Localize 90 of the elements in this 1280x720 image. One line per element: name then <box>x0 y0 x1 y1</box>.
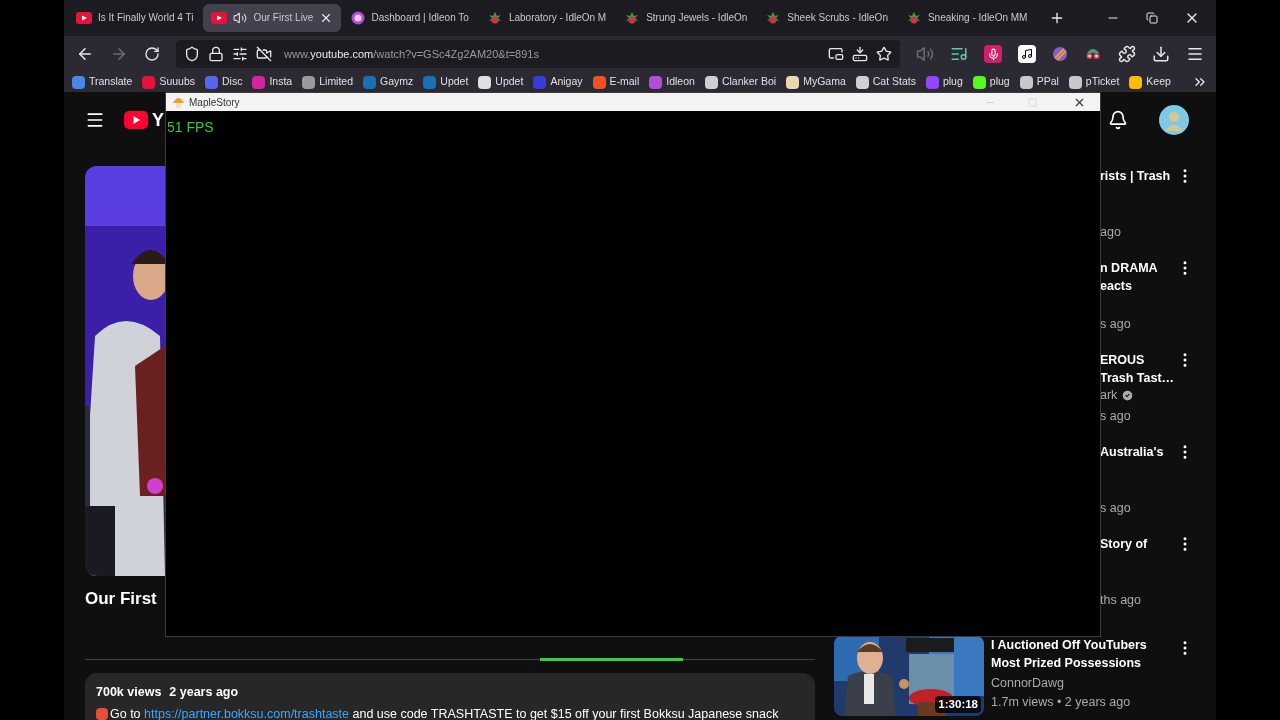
channel-name[interactable]: ConnorDawg <box>991 674 1169 693</box>
video-age: s ago <box>1100 501 1131 515</box>
lock-icon[interactable] <box>208 46 224 62</box>
bookmark[interactable]: plug <box>972 74 1010 90</box>
bookmark[interactable]: pTicket <box>1068 74 1120 90</box>
description-text: Go to https://partner.bokksu.com/trashtaste and use code TRASHTASTE to get $15 off your first Bokksu Japanese snack <box>110 705 779 720</box>
video-age: s ago <box>1100 317 1131 331</box>
video-meta: 1.7m views • 2 years ago <box>991 693 1132 711</box>
circle-logo-icon <box>351 11 366 25</box>
browser-tab[interactable]: Sheek Scrubs - IdleOn <box>757 4 896 32</box>
star-icon[interactable] <box>876 46 892 62</box>
bookmark[interactable]: Cat Stats <box>855 74 916 90</box>
menu-icon[interactable] <box>85 110 105 130</box>
video-title[interactable]: Australia's <box>1100 445 1164 459</box>
striped-circle-icon[interactable] <box>1052 46 1068 62</box>
microphone-icon[interactable] <box>984 45 1002 63</box>
channel-name[interactable]: ark <box>1100 386 1118 405</box>
video-title[interactable]: rists | Trash <box>1100 169 1171 183</box>
permissions-icon[interactable] <box>232 46 248 62</box>
upload-age: 2 years ago <box>169 684 239 701</box>
picture-in-picture-icon[interactable] <box>828 46 844 62</box>
camera-off-icon[interactable] <box>256 46 272 62</box>
view-count: 700k views <box>96 684 162 701</box>
browser-tab[interactable]: Our First Live <box>203 4 342 32</box>
video-title[interactable]: EROUS <box>1100 353 1145 367</box>
glasses-icon[interactable] <box>1084 46 1102 62</box>
bookmark[interactable]: Keep <box>1129 74 1171 90</box>
browser-tab[interactable]: Strung Jewels - IdleOn <box>616 4 756 32</box>
speaker-icon[interactable] <box>233 11 248 25</box>
bookmark[interactable]: Idleon <box>649 74 695 90</box>
tab-title: Strung Jewels - IdleOn <box>646 11 748 25</box>
browser-tab[interactable]: Laboratory - IdleOn M <box>478 4 615 32</box>
extensions-icon[interactable] <box>1118 45 1136 63</box>
tab-title: Laboratory - IdleOn M <box>508 11 607 25</box>
music-list-icon[interactable] <box>950 45 968 63</box>
bookmark[interactable]: Disc <box>205 74 243 90</box>
video-title[interactable]: Trash Tast… <box>1100 371 1175 385</box>
play-logo-icon <box>124 111 148 129</box>
bookmark[interactable]: Updet <box>478 74 524 90</box>
bookmark[interactable]: PPal <box>1019 74 1059 90</box>
speaker-icon[interactable] <box>916 45 934 63</box>
browser-tab[interactable]: Dashboard | Idleon To <box>343 4 477 32</box>
tab-title: Sneaking - IdleOn MM <box>927 11 1028 25</box>
bookmark[interactable]: Insta <box>252 74 293 90</box>
video-title[interactable]: n DRAMA <box>1100 261 1158 275</box>
plant-icon <box>624 10 641 26</box>
video-title[interactable]: Story of <box>1100 537 1148 551</box>
browser-tab[interactable]: Sneaking - IdleOn MM <box>897 4 1036 32</box>
play-logo-icon <box>211 12 228 24</box>
mushroom-icon <box>172 96 185 108</box>
video-title[interactable]: eacts <box>1100 279 1132 293</box>
video-title: Our First <box>85 588 157 610</box>
bookmark[interactable]: Suuubs <box>142 74 195 90</box>
bookmark[interactable]: Anigay <box>533 74 583 90</box>
bookmark[interactable]: Limited <box>302 74 354 90</box>
url-text: www.youtube.com/watch?v=GSc4Zg2AM20&t=891s <box>284 46 539 62</box>
video-age: ago <box>1100 225 1121 239</box>
bookmark[interactable]: Clanker Boi <box>704 74 777 90</box>
window-title: MapleStory <box>189 95 240 110</box>
tab-title: Is It Finally World 4 Ti <box>98 11 194 25</box>
restore-icon[interactable] <box>1146 12 1158 24</box>
download-tray-icon[interactable] <box>852 46 868 62</box>
bookmark[interactable]: Translate <box>72 74 133 90</box>
video-age: s ago <box>1100 409 1131 423</box>
video-title[interactable]: I Auctioned Off YouTubers Most Prized Possessions <box>991 636 1169 672</box>
music-note-icon[interactable] <box>1018 45 1036 63</box>
bookmark[interactable]: plug <box>925 74 963 90</box>
tab-title: Sheek Scrubs - IdleOn <box>787 11 888 25</box>
bookmark[interactable]: MyGama <box>786 74 846 90</box>
download-icon[interactable] <box>1152 45 1170 63</box>
back-icon[interactable] <box>76 45 94 63</box>
browser-tab[interactable]: Is It Finally World 4 Ti <box>68 4 202 32</box>
tab-title: Our First Live <box>253 11 314 25</box>
sponsor-link[interactable]: https://partner.bokksu.com/trashtaste <box>144 706 349 720</box>
notifications-icon[interactable] <box>1108 110 1128 130</box>
plant-icon <box>765 10 782 26</box>
play-logo-icon <box>76 12 92 24</box>
shield-icon[interactable] <box>184 46 200 62</box>
square-emoji-icon <box>96 708 108 720</box>
bookmark[interactable]: Updet <box>423 74 469 90</box>
address-bar[interactable]: www.youtube.com/watch?v=GSc4Zg2AM20&t=891s <box>176 40 900 68</box>
fps-counter: 51 FPS <box>167 119 214 135</box>
reload-icon[interactable] <box>144 46 160 62</box>
avatar[interactable] <box>1159 105 1189 135</box>
site-logo[interactable]: Y <box>124 106 164 134</box>
video-age: ths ago <box>1100 593 1141 607</box>
menu-icon[interactable] <box>1186 45 1204 63</box>
bookmark[interactable]: Gaymz <box>363 74 414 90</box>
bookmark[interactable]: E-mail <box>592 74 640 90</box>
tab-title: Dashboard | Idleon To <box>371 11 469 25</box>
